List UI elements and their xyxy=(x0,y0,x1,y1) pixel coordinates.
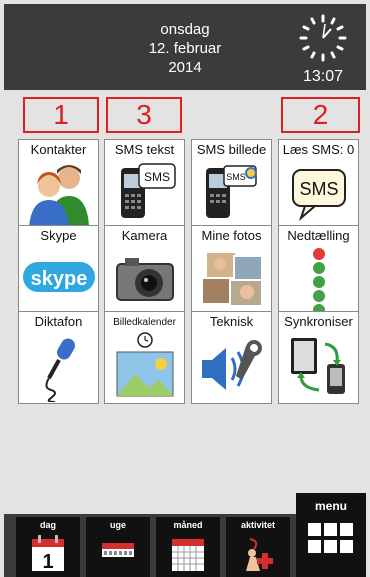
mms-phone-icon: SMS xyxy=(206,165,257,218)
analog-clock-icon xyxy=(299,14,347,62)
tile-my-photos[interactable]: Mine fotos xyxy=(191,225,272,318)
menu-label: menu xyxy=(314,499,347,513)
countdown-lights-icon xyxy=(313,248,325,316)
tile-dictaphone[interactable]: Diktafon xyxy=(18,311,99,404)
sms-bubble-text: SMS xyxy=(299,179,338,199)
tile-label: Kamera xyxy=(121,228,168,243)
picture-calendar-icon xyxy=(116,332,174,397)
tile-label: Mine fotos xyxy=(201,228,262,243)
nav-month-button[interactable]: måned xyxy=(156,517,220,577)
marker-label: 1 xyxy=(23,97,99,133)
tile-label: Nedtælling xyxy=(287,228,350,243)
tile-label: Skype xyxy=(40,228,77,243)
header-bar: onsdag 12. februar 2014 13:07 xyxy=(4,4,366,90)
tile-skype[interactable]: Skype skype xyxy=(18,225,99,318)
nav-label: dag xyxy=(39,520,56,530)
tile-label: Diktafon xyxy=(34,314,83,329)
tile-label: Teknisk xyxy=(209,314,254,329)
camera-icon xyxy=(116,258,174,301)
nav-day-button[interactable]: dag 1 xyxy=(16,517,80,577)
tile-picture-calendar[interactable]: Billedkalender xyxy=(104,311,185,404)
skype-logo-text: skype xyxy=(31,268,88,290)
photos-icon xyxy=(201,251,263,307)
menu-button[interactable]: menu xyxy=(296,493,366,577)
sms-bubble-text: SMS xyxy=(226,172,246,182)
tile-label: SMS billede xyxy=(196,142,267,157)
contacts-icon xyxy=(29,165,89,228)
clock-time: 13:07 xyxy=(302,68,344,85)
grid-menu-icon xyxy=(308,523,353,553)
marker-label: 3 xyxy=(106,97,182,133)
nav-label: måned xyxy=(173,520,203,530)
tile-read-sms[interactable]: Læs SMS: 0 SMS xyxy=(278,139,359,232)
tile-contacts[interactable]: Kontakter xyxy=(18,139,99,232)
tile-sync[interactable]: Synkroniser xyxy=(278,311,359,404)
month-calendar-icon xyxy=(172,539,204,571)
nav-activity-button[interactable]: aktivitet xyxy=(226,517,290,577)
sms-phone-icon: SMS xyxy=(121,163,176,218)
technical-icon xyxy=(202,340,262,390)
clock: 13:07 xyxy=(294,12,352,86)
sync-icon xyxy=(291,338,345,394)
calendar-day-number: 1 xyxy=(42,551,53,573)
tile-label: Kontakter xyxy=(30,142,87,157)
nav-label: aktivitet xyxy=(240,520,275,530)
day-calendar-icon: 1 xyxy=(32,535,64,573)
tile-label: Billedkalender xyxy=(113,317,176,328)
marker-label: 2 xyxy=(281,97,360,133)
sms-bubble-text: SMS xyxy=(144,170,170,184)
nav-label: uge xyxy=(109,520,126,530)
sms-bubble-icon: SMS xyxy=(292,169,346,222)
tile-sms-image[interactable]: SMS billede SMS xyxy=(191,139,272,232)
skype-icon: skype xyxy=(23,262,95,292)
tile-countdown[interactable]: Nedtælling xyxy=(278,225,359,318)
nav-week-button[interactable]: uge xyxy=(86,517,150,577)
tile-technical[interactable]: Teknisk xyxy=(191,311,272,404)
microphone-icon xyxy=(45,338,75,402)
tile-label: Synkroniser xyxy=(284,314,353,329)
tile-label: SMS tekst xyxy=(114,142,175,157)
tile-sms-text[interactable]: SMS tekst SMS xyxy=(104,139,185,232)
week-calendar-icon xyxy=(102,543,134,557)
activity-icon xyxy=(246,538,273,571)
tile-camera[interactable]: Kamera xyxy=(104,225,185,318)
tile-label: Læs SMS: 0 xyxy=(282,142,355,157)
